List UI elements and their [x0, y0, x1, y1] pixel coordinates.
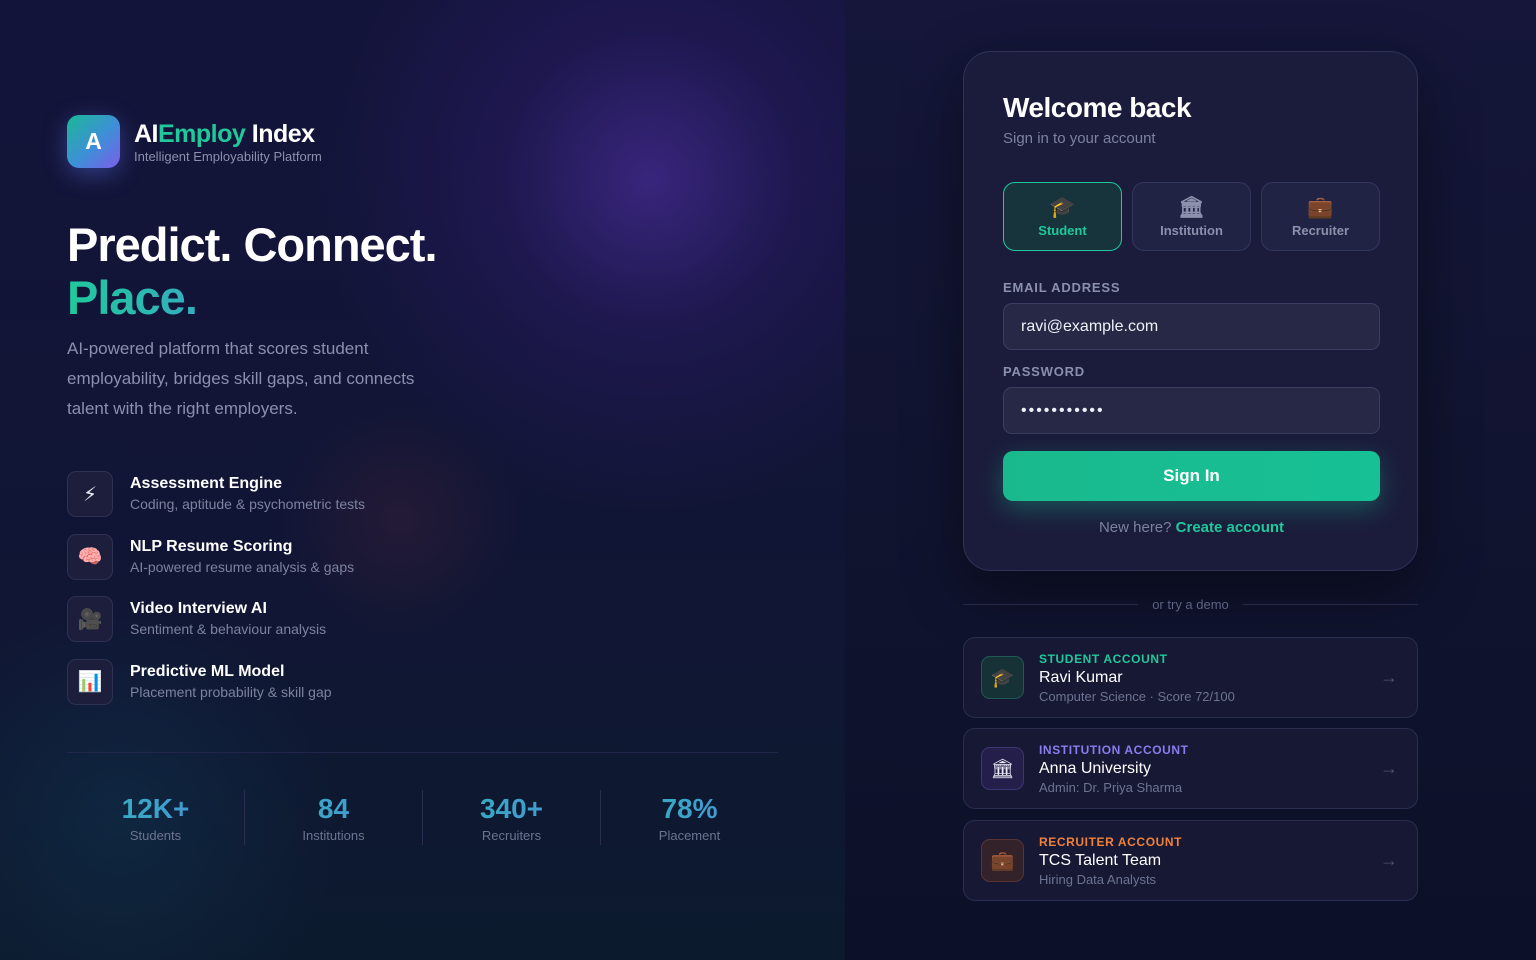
demo-divider-text: or try a demo: [1152, 596, 1229, 612]
feature-title: Video Interview AI: [130, 600, 267, 617]
stat-recruiters: 340+ Recruiters: [423, 790, 601, 845]
role-selector: 🎓 Student 🏛 Institution 💼 Recruiter: [1003, 182, 1380, 251]
role-label: Student: [1038, 222, 1087, 238]
stat-label: Institutions: [302, 828, 365, 843]
signup-prompt: New here? Create account: [964, 519, 1419, 536]
role-institution-button[interactable]: 🏛 Institution: [1132, 182, 1251, 251]
brand: A AIEmploy Index Intelligent Employabili…: [67, 115, 322, 168]
institution-icon: 🏛: [1178, 195, 1205, 219]
login-card: Welcome back Sign in to your account 🎓 S…: [963, 51, 1418, 571]
stat-value: 84: [245, 790, 422, 828]
stat-label: Recruiters: [481, 828, 542, 843]
demo-recruiter-account[interactable]: 💼 RECRUITER ACCOUNT TCS Talent Team Hiri…: [963, 820, 1418, 901]
role-student-button[interactable]: 🎓 Student: [1003, 182, 1122, 251]
graduation-cap-icon: 🎓: [981, 656, 1024, 699]
demo-kind: INSTITUTION ACCOUNT: [1039, 742, 1189, 757]
arrow-right-icon: →: [1380, 850, 1398, 870]
brand-tagline: Intelligent Employability Platform: [134, 149, 322, 164]
feature-item: ⚡ Assessment Engine Coding, aptitude & p…: [67, 471, 365, 517]
password-label: PASSWORD: [1003, 364, 1085, 379]
hero-description: AI-powered platform that scores student …: [67, 339, 415, 418]
hero-headline: Predict. Connect. Place.: [67, 218, 438, 324]
briefcase-icon: 💼: [981, 839, 1024, 882]
feature-title: NLP Resume Scoring: [130, 537, 293, 555]
login-subtitle: Sign in to your account: [1003, 130, 1156, 147]
demo-meta: Admin: Dr. Priya Sharma: [1039, 779, 1183, 795]
brain-icon: 🧠: [67, 533, 113, 580]
headline-line2: Place.: [67, 271, 437, 324]
feature-title: Predictive ML Model: [130, 662, 285, 680]
sign-in-button[interactable]: Sign In: [1003, 451, 1380, 501]
feature-item: 🧠 NLP Resume Scoring AI-powered resume a…: [67, 533, 365, 580]
stat-value: 340+: [423, 790, 600, 828]
stat-label: Placement: [658, 828, 721, 843]
arrow-right-icon: →: [1380, 758, 1398, 778]
institution-icon: 🏛: [981, 747, 1024, 790]
feature-list: ⚡ Assessment Engine Coding, aptitude & p…: [67, 471, 365, 721]
email-field[interactable]: ravi@example.com: [1003, 303, 1380, 350]
video-camera-icon: 🎥: [67, 596, 113, 642]
demo-student-account[interactable]: 🎓 STUDENT ACCOUNT Ravi Kumar Computer Sc…: [963, 637, 1418, 718]
email-label: EMAIL ADDRESS: [1003, 280, 1121, 295]
feature-item: 📊 Predictive ML Model Placement probabil…: [67, 658, 365, 705]
stat-label: Students: [129, 828, 182, 843]
demo-name: Ravi Kumar: [1039, 668, 1123, 686]
stat-institutions: 84 Institutions: [245, 790, 423, 845]
role-label: Institution: [1160, 222, 1223, 238]
feature-subtitle: Coding, aptitude & psychometric tests: [130, 496, 366, 512]
create-account-link[interactable]: Create account: [1176, 519, 1284, 536]
brand-name: AIEmploy Index: [134, 120, 315, 148]
demo-name: Anna University: [1039, 759, 1152, 777]
role-recruiter-button[interactable]: 💼 Recruiter: [1261, 182, 1380, 251]
briefcase-icon: 💼: [1307, 195, 1334, 219]
left-hero-panel: A AIEmploy Index Intelligent Employabili…: [0, 0, 845, 960]
feature-title: Assessment Engine: [130, 475, 283, 492]
stats-row: 12K+ Students 84 Institutions 340+ Recru…: [67, 790, 778, 845]
new-here-text: New here?: [1098, 519, 1172, 536]
stat-students: 12K+ Students: [67, 790, 245, 845]
demo-divider: or try a demo: [963, 594, 1418, 614]
feature-item: 🎥 Video Interview AI Sentiment & behavio…: [67, 596, 365, 642]
demo-kind: STUDENT ACCOUNT: [1039, 651, 1168, 666]
demo-institution-account[interactable]: 🏛 INSTITUTION ACCOUNT Anna University Ad…: [963, 728, 1418, 809]
demo-name: TCS Talent Team: [1039, 851, 1162, 869]
feature-subtitle: AI-powered resume analysis & gaps: [130, 558, 355, 575]
graduation-cap-icon: 🎓: [1049, 195, 1076, 219]
login-title: Welcome back: [1003, 92, 1192, 123]
bar-chart-icon: 📊: [67, 658, 113, 705]
demo-kind: RECRUITER ACCOUNT: [1039, 834, 1183, 849]
demo-meta: Computer Science · Score 72/100: [1039, 688, 1235, 704]
stats-divider: [67, 752, 778, 753]
stat-placement: 78% Placement: [601, 790, 778, 845]
headline-line1: Predict. Connect.: [67, 218, 438, 271]
demo-meta: Hiring Data Analysts: [1039, 871, 1157, 887]
arrow-right-icon: →: [1380, 667, 1398, 687]
brand-logo: A: [67, 115, 120, 168]
feature-subtitle: Placement probability & skill gap: [130, 683, 332, 700]
stat-value: 78%: [601, 790, 778, 828]
role-label: Recruiter: [1291, 222, 1350, 238]
lightning-icon: ⚡: [67, 471, 113, 517]
stat-value: 12K+: [67, 790, 244, 828]
feature-subtitle: Sentiment & behaviour analysis: [130, 621, 327, 637]
password-field[interactable]: •••••••••••: [1003, 387, 1380, 434]
